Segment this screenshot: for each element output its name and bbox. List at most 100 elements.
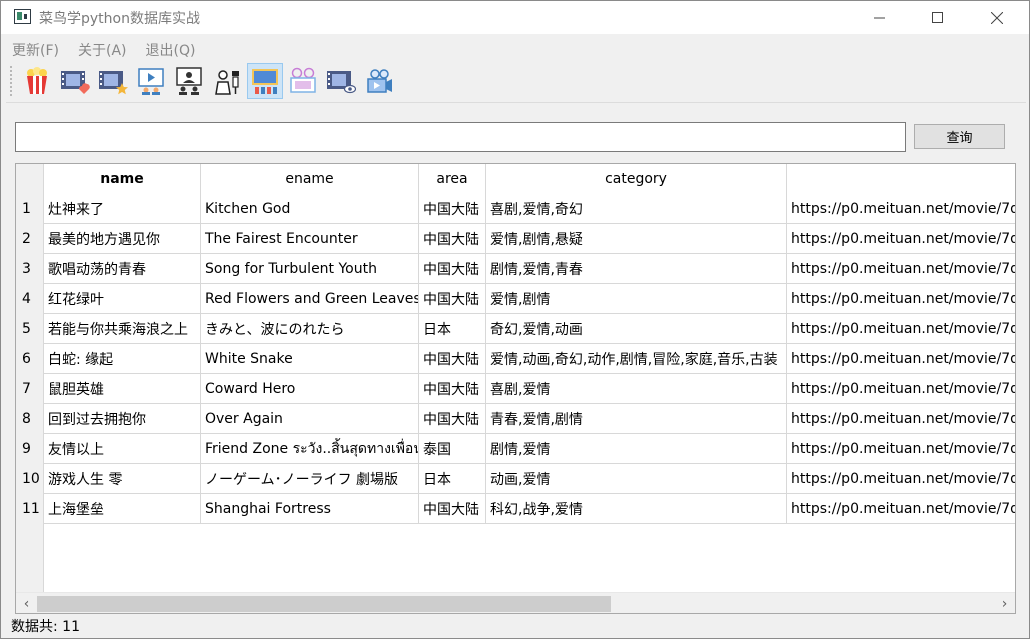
cell-ename[interactable]: The Fairest Encounter — [201, 224, 419, 254]
search-input[interactable] — [15, 122, 906, 152]
cell-category[interactable]: 剧情,爱情 — [486, 434, 787, 464]
cell-category[interactable]: 动画,爱情 — [486, 464, 787, 494]
cell-area[interactable]: 中国大陆 — [419, 344, 486, 374]
cell-area[interactable]: 中国大陆 — [419, 494, 486, 524]
close-button[interactable] — [974, 1, 1020, 34]
cell-area[interactable]: 中国大陆 — [419, 224, 486, 254]
cell-area[interactable]: 日本 — [419, 464, 486, 494]
cell-category[interactable]: 奇幻,爱情,动画 — [486, 314, 787, 344]
cell-area[interactable]: 中国大陆 — [419, 194, 486, 224]
toolbar-video-chat-button[interactable] — [171, 63, 207, 99]
cell-url[interactable]: https://p0.meituan.net/movie/7dd — [787, 284, 1015, 314]
toolbar-camera-button[interactable] — [361, 63, 397, 99]
cell-area[interactable]: 中国大陆 — [419, 374, 486, 404]
row-number[interactable]: 8 — [16, 404, 44, 434]
cell-url[interactable]: https://p0.meituan.net/movie/7dd — [787, 224, 1015, 254]
row-number[interactable]: 11 — [16, 494, 44, 524]
query-button[interactable]: 查询 — [914, 124, 1005, 149]
toolbar-film-star-button[interactable] — [95, 63, 131, 99]
cell-area[interactable]: 中国大陆 — [419, 254, 486, 284]
cell-ename[interactable]: Coward Hero — [201, 374, 419, 404]
row-number[interactable]: 2 — [16, 224, 44, 254]
column-header-ename[interactable]: ename — [201, 164, 419, 194]
toolbar-grip[interactable] — [10, 66, 13, 96]
cell-area[interactable]: 中国大陆 — [419, 284, 486, 314]
row-number[interactable]: 7 — [16, 374, 44, 404]
cell-ename[interactable]: Shanghai Fortress — [201, 494, 419, 524]
cell-category[interactable]: 青春,爱情,剧情 — [486, 404, 787, 434]
row-number[interactable]: 5 — [16, 314, 44, 344]
cell-name[interactable]: 鼠胆英雄 — [44, 374, 201, 404]
app-icon — [14, 9, 31, 24]
toolbar-director-button[interactable] — [209, 63, 245, 99]
scroll-left-icon[interactable]: ‹ — [18, 595, 35, 612]
cell-ename[interactable]: Friend Zone ระวัง..สิ้นสุดทางเพื่อน — [201, 434, 419, 464]
cell-name[interactable]: 歌唱动荡的青春 — [44, 254, 201, 284]
row-number[interactable]: 10 — [16, 464, 44, 494]
cell-url[interactable]: https://p0.meituan.net/movie/7dd — [787, 494, 1015, 524]
cell-area[interactable]: 日本 — [419, 314, 486, 344]
cell-ename[interactable]: Kitchen God — [201, 194, 419, 224]
cell-url[interactable]: https://p0.meituan.net/movie/7dd — [787, 314, 1015, 344]
toolbar-popcorn-button[interactable] — [19, 63, 55, 99]
title-bar[interactable]: 菜鸟学python数据库实战 — [1, 1, 1029, 34]
cell-category[interactable]: 爱情,动画,奇幻,动作,剧情,冒险,家庭,音乐,古装 — [486, 344, 787, 374]
cell-url[interactable]: https://p0.meituan.net/movie/7dd — [787, 344, 1015, 374]
film-eye-icon — [327, 71, 356, 94]
toolbar-film-reel-button[interactable] — [285, 63, 321, 99]
cell-url[interactable]: https://p0.meituan.net/movie/7dd — [787, 254, 1015, 284]
cell-url[interactable]: https://p0.meituan.net/movie/7dd — [787, 464, 1015, 494]
cell-ename[interactable]: ノーゲーム･ノーライフ 劇場版 — [201, 464, 419, 494]
cell-category[interactable]: 喜剧,爱情 — [486, 374, 787, 404]
cell-url[interactable]: https://p0.meituan.net/movie/7dd — [787, 434, 1015, 464]
cell-area[interactable]: 泰国 — [419, 434, 486, 464]
cell-name[interactable]: 游戏人生 零 — [44, 464, 201, 494]
toolbar-film-eye-button[interactable] — [323, 63, 359, 99]
cell-ename[interactable]: Song for Turbulent Youth — [201, 254, 419, 284]
film-reel-icon — [290, 67, 316, 93]
cell-url[interactable]: https://p0.meituan.net/movie/7dd — [787, 194, 1015, 224]
cell-category[interactable]: 爱情,剧情,悬疑 — [486, 224, 787, 254]
cell-category[interactable]: 爱情,剧情 — [486, 284, 787, 314]
horizontal-scrollbar[interactable]: ‹ › — [16, 592, 1015, 613]
toolbar-cinema-screen-button[interactable] — [247, 63, 283, 99]
video-chat-icon — [176, 67, 202, 95]
cell-url[interactable]: https://p0.meituan.net/movie/7dd — [787, 404, 1015, 434]
cell-ename[interactable]: White Snake — [201, 344, 419, 374]
cell-name[interactable]: 友情以上 — [44, 434, 201, 464]
cell-ename[interactable]: きみと、波にのれたら — [201, 314, 419, 344]
cell-category[interactable]: 喜剧,爱情,奇幻 — [486, 194, 787, 224]
column-header-area[interactable]: area — [419, 164, 486, 194]
maximize-button[interactable] — [915, 1, 961, 34]
column-header-url[interactable] — [787, 164, 1015, 194]
column-header-name[interactable]: name — [44, 164, 201, 194]
row-number[interactable]: 3 — [16, 254, 44, 284]
cell-category[interactable]: 剧情,爱情,青春 — [486, 254, 787, 284]
cell-name[interactable]: 红花绿叶 — [44, 284, 201, 314]
cell-ename[interactable]: Over Again — [201, 404, 419, 434]
cell-name[interactable]: 若能与你共乘海浪之上 — [44, 314, 201, 344]
scroll-right-icon[interactable]: › — [996, 595, 1013, 612]
cell-ename[interactable]: Red Flowers and Green Leaves — [201, 284, 419, 314]
cell-category[interactable]: 科幻,战争,爱情 — [486, 494, 787, 524]
cell-name[interactable]: 上海堡垒 — [44, 494, 201, 524]
toolbar-film-heart-button[interactable] — [57, 63, 93, 99]
cell-name[interactable]: 白蛇: 缘起 — [44, 344, 201, 374]
toolbar-online-video-button[interactable] — [133, 63, 169, 99]
cell-url[interactable]: https://p0.meituan.net/movie/7dd — [787, 374, 1015, 404]
row-number[interactable]: 1 — [16, 194, 44, 224]
row-number[interactable]: 4 — [16, 284, 44, 314]
cell-name[interactable]: 最美的地方遇见你 — [44, 224, 201, 254]
row-number[interactable]: 6 — [16, 344, 44, 374]
scroll-thumb[interactable] — [37, 596, 611, 612]
cell-name[interactable]: 灶神来了 — [44, 194, 201, 224]
column-header-category[interactable]: category — [486, 164, 787, 194]
minimize-button[interactable] — [857, 1, 903, 34]
film-star-icon — [99, 71, 128, 95]
row-number[interactable]: 9 — [16, 434, 44, 464]
menu-about[interactable]: 关于(A) — [67, 37, 135, 61]
cell-name[interactable]: 回到过去拥抱你 — [44, 404, 201, 434]
cell-area[interactable]: 中国大陆 — [419, 404, 486, 434]
menu-update[interactable]: 更新(F) — [1, 37, 67, 61]
menu-exit[interactable]: 退出(Q) — [135, 37, 204, 61]
